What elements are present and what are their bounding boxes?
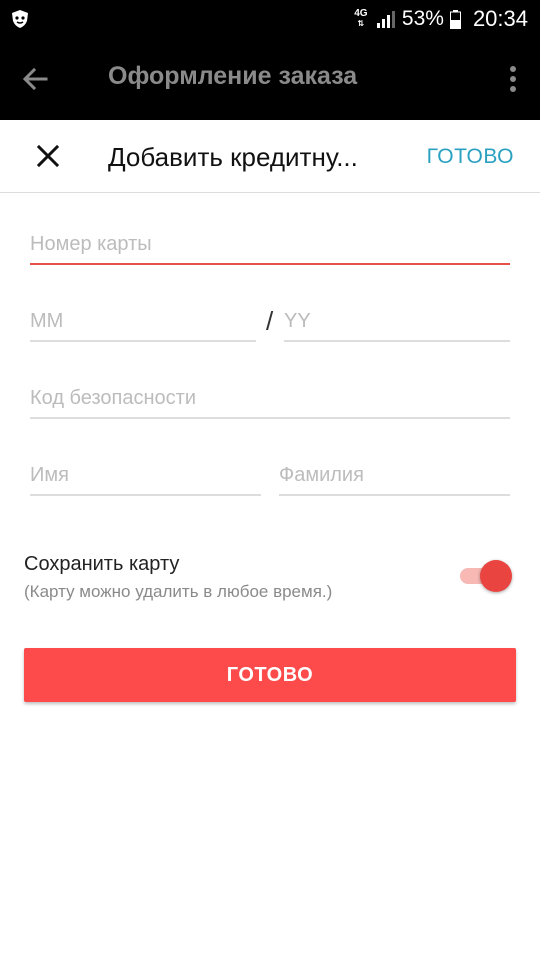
expiry-month-field[interactable] [30,302,256,342]
security-code-input[interactable] [30,379,510,417]
network-type: 4G ⇅ [354,8,368,29]
expiry-year-input[interactable] [284,302,510,340]
save-card-hint: (Карту можно удалить в любое время.) [24,582,333,601]
first-name-field[interactable] [30,456,261,496]
header-done-button[interactable]: ГОТОВО [427,145,514,169]
save-card-label: Сохранить карту [24,553,180,575]
expiry-year-field[interactable] [284,302,510,342]
app-bar-title: Оформление заказа [108,62,358,90]
arrow-left-icon[interactable] [20,64,50,94]
dialog-title: Добавить кредитну... [108,142,358,172]
dialog-header: Добавить кредитну... ГОТОВО [0,120,540,193]
card-number-input[interactable] [30,225,510,263]
more-vert-icon[interactable] [508,64,518,94]
last-name-input[interactable] [279,456,510,494]
save-card-toggle[interactable] [458,560,512,592]
close-icon[interactable] [30,138,66,174]
signal-icon [376,11,395,28]
battery-percent: 53% [401,7,444,30]
status-bar: 4G ⇅ 53% 20:34 [0,0,540,38]
submit-button[interactable]: ГОТОВО [24,648,516,702]
app-bar: Оформление заказа [0,38,540,120]
clock: 20:34 [472,6,528,31]
status-indicators: 4G ⇅ 53% 20:34 [352,0,528,38]
date-separator: / [266,306,274,336]
expiry-month-input[interactable] [30,302,256,340]
toggle-thumb [480,560,512,592]
first-name-input[interactable] [30,456,261,494]
security-code-field[interactable] [30,379,510,419]
card-number-field[interactable] [30,225,510,265]
shield-app-icon [12,10,28,28]
battery-icon [449,9,461,29]
last-name-field[interactable] [279,456,510,496]
